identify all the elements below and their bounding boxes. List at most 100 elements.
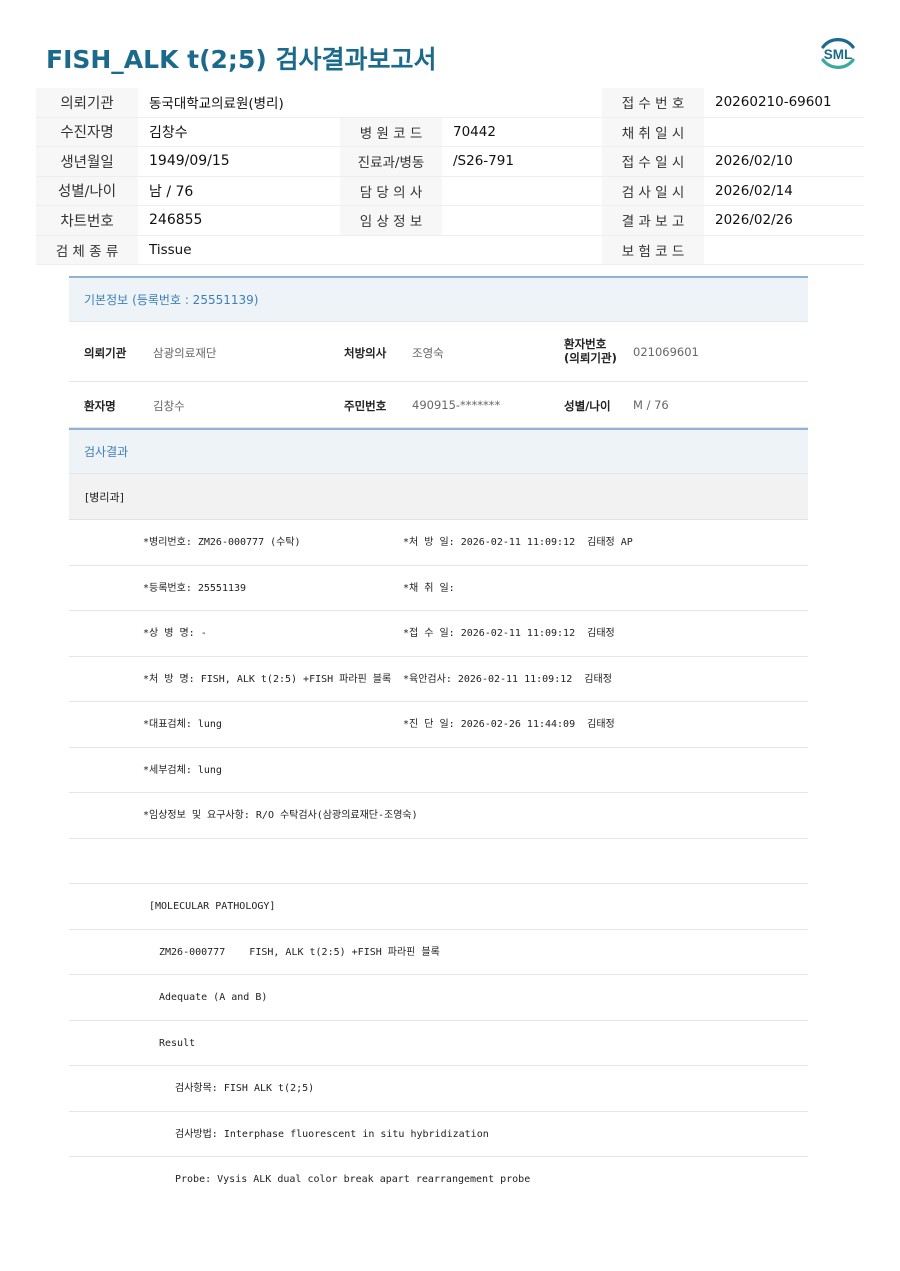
department-row: [병리과] xyxy=(69,474,808,520)
info-key: 의뢰기관 xyxy=(84,346,127,360)
header-label: 차트번호 xyxy=(36,205,138,236)
info-value: 021069601 xyxy=(633,345,699,359)
result-field: *세부검체: lung xyxy=(143,764,222,776)
info-value: 490915-******* xyxy=(412,398,501,412)
info-key: 처방의사 xyxy=(344,346,387,360)
result-title: 검사결과 xyxy=(84,445,129,459)
result-field: *처 방 명: FISH, ALK t(2:5) +FISH 파라핀 블록 xyxy=(143,673,392,685)
basic-info-header: 기본정보 (등록번호 : 25551139) xyxy=(69,276,808,322)
header-label: 검 체 종 류 xyxy=(36,235,138,265)
header-value xyxy=(704,117,864,147)
header-label: 병 원 코 드 xyxy=(340,117,442,147)
header-value: Tissue xyxy=(138,235,602,265)
header-value: 2026/02/26 xyxy=(704,205,864,236)
result-field: *처 방 일: 2026-02-11 11:09:12 김태정 AP xyxy=(403,537,633,548)
result-row: *세부검체: lung xyxy=(69,748,808,793)
header-label: 접 수 일 시 xyxy=(602,146,704,177)
molecular-line: 검사항목: FISH ALK t(2;5) xyxy=(175,1083,315,1094)
result-row: *임상정보 및 요구사항: R/O 수탁검사(삼광의료재단-조영숙) xyxy=(69,793,808,839)
header-label: 수진자명 xyxy=(36,117,138,147)
header-label: 임 상 정 보 xyxy=(340,205,442,236)
result-row: *상 병 명: - *접 수 일: 2026-02-11 11:09:12 김태… xyxy=(69,611,808,657)
header-label: 검 사 일 시 xyxy=(602,176,704,206)
info-value: 삼광의료재단 xyxy=(153,346,217,360)
header-label: 채 취 일 시 xyxy=(602,117,704,147)
header-value: /S26-791 xyxy=(442,146,602,177)
info-key: 성별/나이 xyxy=(564,399,611,413)
header-row: 생년월일 1949/09/15 진료과/병동 /S26-791 접 수 일 시 … xyxy=(36,146,864,177)
header-row: 성별/나이 남 / 76 담 당 의 사 검 사 일 시 2026/02/14 xyxy=(36,176,864,206)
result-field: *채 취 일: xyxy=(403,582,455,594)
result-header: 검사결과 xyxy=(69,428,808,474)
result-field: *대표검체: lung xyxy=(143,719,222,730)
header-value: 동국대학교의료원(병리) xyxy=(138,88,602,118)
header-label: 담 당 의 사 xyxy=(340,176,442,206)
result-field: *접 수 일: 2026-02-11 11:09:12 김태정 xyxy=(403,628,615,639)
result-field: *상 병 명: - xyxy=(143,628,207,639)
header-label: 보 험 코 드 xyxy=(602,235,704,265)
molecular-line: ZM26-000777 FISH, ALK t(2:5) +FISH 파라핀 블… xyxy=(159,946,440,958)
info-key: 주민번호 xyxy=(344,399,387,413)
info-key: 환자명 xyxy=(84,399,116,413)
molecular-row: Adequate (A and B) xyxy=(69,975,808,1021)
molecular-line: Result xyxy=(159,1037,196,1049)
header-value xyxy=(442,205,602,236)
header-row: 차트번호 246855 임 상 정 보 결 과 보 고 2026/02/26 xyxy=(36,205,864,236)
header-value: 2026/02/14 xyxy=(704,176,864,206)
info-key-line: 환자번호 xyxy=(564,337,607,351)
header-value: 20260210-69601 xyxy=(704,88,864,118)
info-key-line: (의뢰기관) xyxy=(564,351,617,365)
report-title: FISH_ALK t(2;5) 검사결과보고서 xyxy=(46,45,437,74)
result-row: *등록번호: 25551139 *채 취 일: xyxy=(69,566,808,611)
result-field: *등록번호: 25551139 xyxy=(143,582,247,594)
result-field: *진 단 일: 2026-02-26 11:44:09 김태정 xyxy=(403,719,615,730)
basic-info-title: 기본정보 xyxy=(84,293,129,307)
molecular-line: [MOLECULAR PATHOLOGY] xyxy=(149,901,276,912)
info-value: 김창수 xyxy=(153,399,185,413)
report-panel: 기본정보 (등록번호 : 25551139) 의뢰기관 삼광의료재단 처방의사 … xyxy=(69,276,808,1203)
department-label: [병리과] xyxy=(85,490,124,504)
header-value: 김창수 xyxy=(138,117,340,147)
header-value xyxy=(704,235,864,265)
result-field: *임상정보 및 요구사항: R/O 수탁검사(삼광의료재단-조영숙) xyxy=(143,810,418,821)
molecular-row: 검사방법: Interphase fluorescent in situ hyb… xyxy=(69,1112,808,1157)
header-row: 수진자명 김창수 병 원 코 드 70442 채 취 일 시 xyxy=(36,117,864,147)
result-field: *병리번호: ZM26-000777 (수탁) xyxy=(143,537,301,548)
header-row: 검 체 종 류 Tissue 보 험 코 드 xyxy=(36,235,864,265)
info-value: 조영숙 xyxy=(412,346,444,360)
header-row: 의뢰기관 동국대학교의료원(병리) 접 수 번 호 20260210-69601 xyxy=(36,88,864,118)
molecular-row: [MOLECULAR PATHOLOGY] xyxy=(69,884,808,930)
header-label: 결 과 보 고 xyxy=(602,205,704,236)
header-label: 진료과/병동 xyxy=(340,146,442,177)
result-row: *대표검체: lung *진 단 일: 2026-02-26 11:44:09 … xyxy=(69,702,808,748)
header-value xyxy=(442,176,602,206)
basic-info-row: 환자명 김창수 주민번호 490915-******* 성별/나이 M / 76 xyxy=(69,382,808,428)
header-label: 의뢰기관 xyxy=(36,88,138,118)
molecular-line: Probe: Vysis ALK dual color break apart … xyxy=(175,1174,531,1185)
sml-logo-icon: SML xyxy=(821,38,855,69)
header-label: 생년월일 xyxy=(36,146,138,177)
basic-info-row: 의뢰기관 삼광의료재단 처방의사 조영숙 환자번호 (의뢰기관) 0210696… xyxy=(69,322,808,382)
header-label: 접 수 번 호 xyxy=(602,88,704,118)
molecular-line: 검사방법: Interphase fluorescent in situ hyb… xyxy=(175,1128,489,1140)
result-row: *처 방 명: FISH, ALK t(2:5) +FISH 파라핀 블록 *육… xyxy=(69,657,808,702)
patient-header-table: 의뢰기관 동국대학교의료원(병리) 접 수 번 호 20260210-69601… xyxy=(36,88,864,265)
registration-note: (등록번호 : 25551139) xyxy=(132,293,259,307)
result-field: *육안검사: 2026-02-11 11:09:12 김태정 xyxy=(403,673,612,685)
molecular-line: Adequate (A and B) xyxy=(159,992,268,1003)
header-value: 246855 xyxy=(138,205,340,236)
info-key: 환자번호 (의뢰기관) xyxy=(564,337,617,365)
molecular-row: Probe: Vysis ALK dual color break apart … xyxy=(69,1157,808,1203)
header-label: 성별/나이 xyxy=(36,176,138,206)
header-value: 2026/02/10 xyxy=(704,146,864,177)
blank-row xyxy=(69,839,808,884)
info-value: M / 76 xyxy=(633,398,669,412)
logo-text: SML xyxy=(824,47,853,62)
molecular-row: 검사항목: FISH ALK t(2;5) xyxy=(69,1066,808,1112)
result-row: *병리번호: ZM26-000777 (수탁) *처 방 일: 2026-02-… xyxy=(69,520,808,566)
header-value: 남 / 76 xyxy=(138,176,340,206)
header-value: 70442 xyxy=(442,117,602,147)
molecular-row: Result xyxy=(69,1021,808,1066)
molecular-row: ZM26-000777 FISH, ALK t(2:5) +FISH 파라핀 블… xyxy=(69,930,808,975)
sml-logo: SML xyxy=(815,30,861,76)
